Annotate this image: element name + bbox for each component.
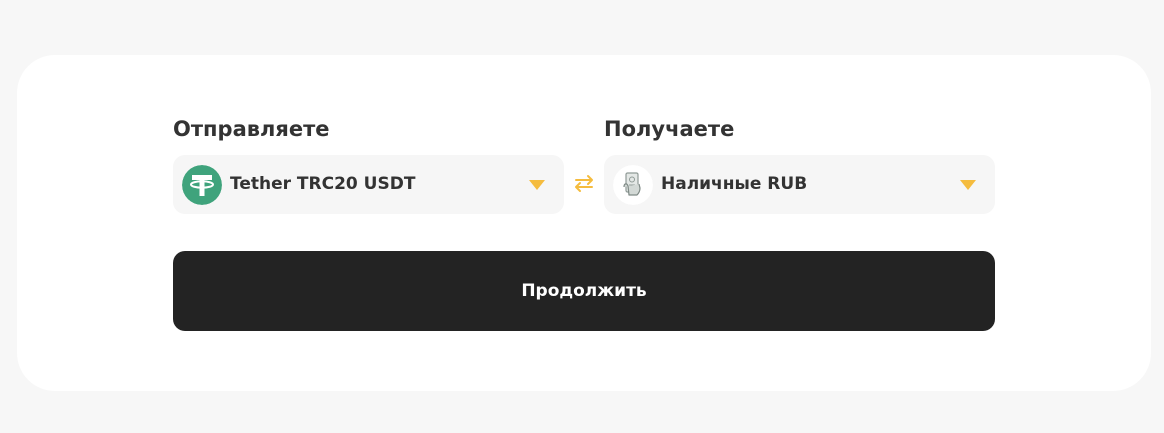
chevron-down-icon: [960, 180, 976, 190]
send-label: Отправляете: [173, 117, 330, 141]
tether-usdt-icon: [182, 165, 222, 205]
send-currency-name: Tether TRC20 USDT: [230, 174, 416, 194]
receive-currency-name: Наличные RUB: [661, 174, 808, 194]
cash-rub-icon: [613, 165, 653, 205]
swap-arrows-icon[interactable]: [571, 172, 597, 194]
send-currency-select[interactable]: Tether TRC20 USDT: [173, 155, 564, 214]
continue-button[interactable]: Продолжить: [173, 251, 995, 331]
chevron-down-icon: [529, 180, 545, 190]
exchange-card: [17, 55, 1151, 391]
receive-currency-select[interactable]: Наличные RUB: [604, 155, 995, 214]
receive-label: Получаете: [604, 117, 735, 141]
